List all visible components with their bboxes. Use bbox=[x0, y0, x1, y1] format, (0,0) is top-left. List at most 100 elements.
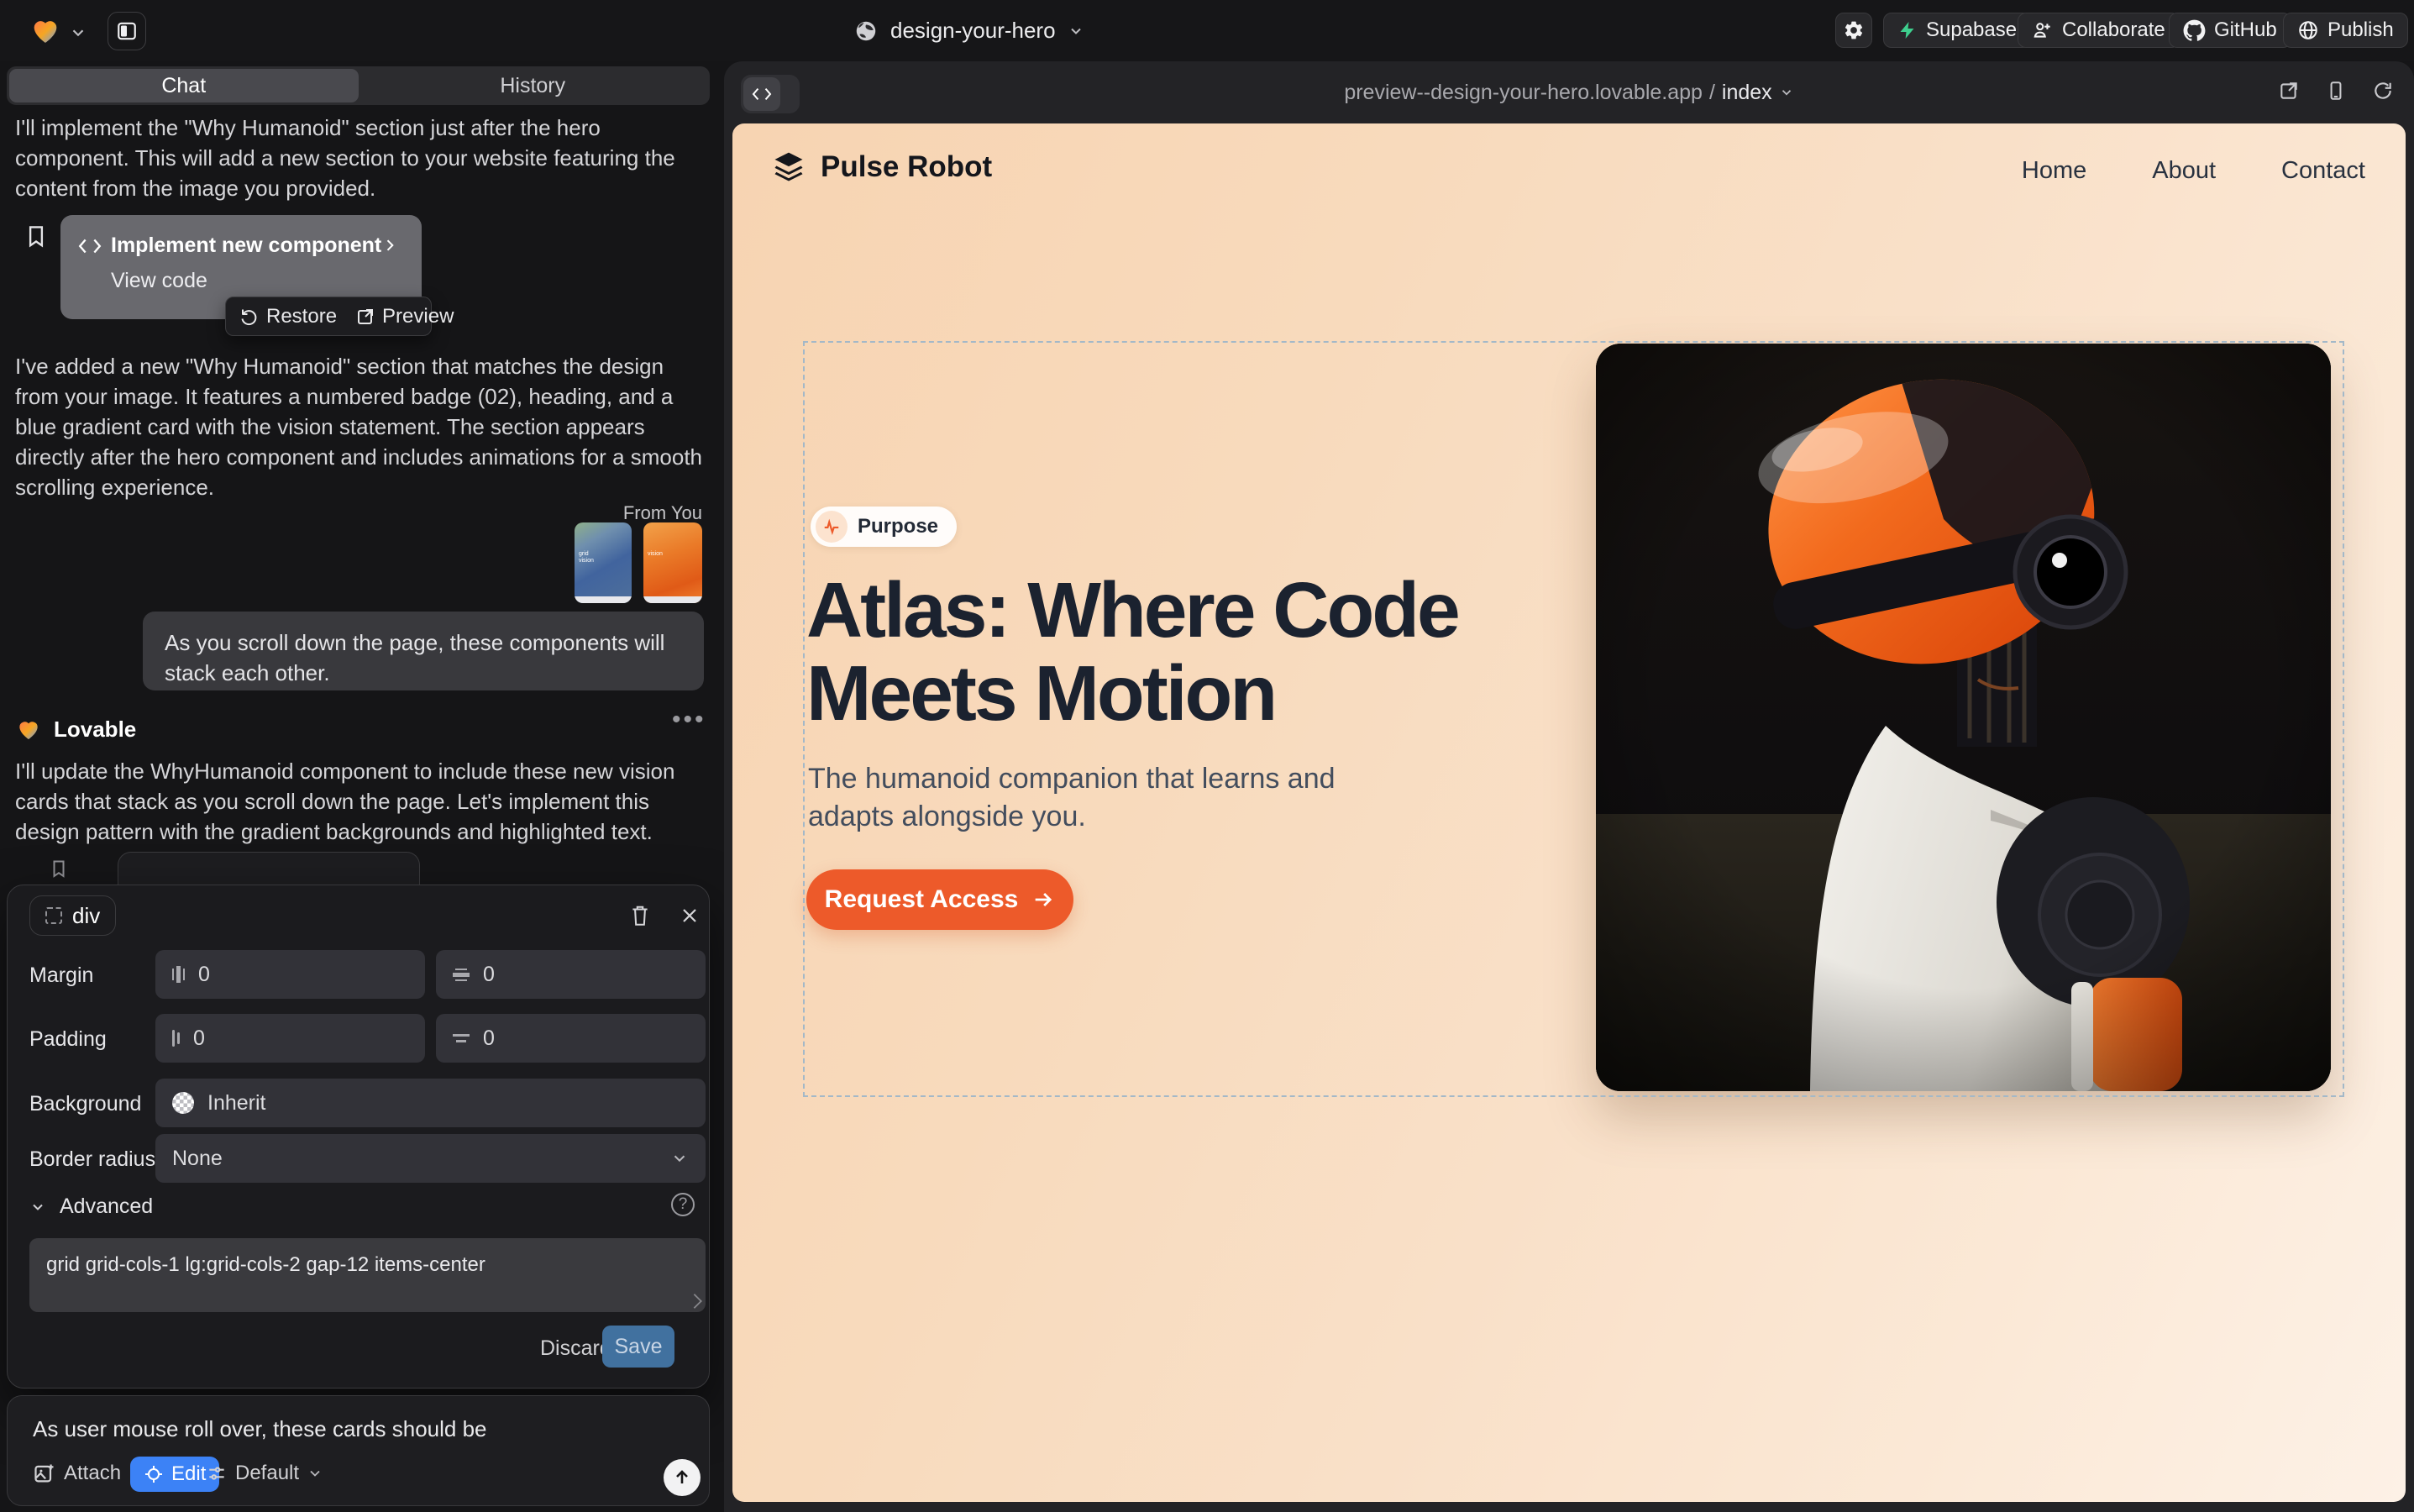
assistant-message-3: I'll update the WhyHumanoid component to… bbox=[15, 756, 702, 847]
github-icon bbox=[2183, 19, 2206, 42]
site-header: Pulse Robot Home About Contact bbox=[732, 123, 2406, 216]
robot-illustration bbox=[1596, 344, 2331, 1091]
preview-label: Preview bbox=[382, 305, 454, 328]
mode-selector[interactable]: Default bbox=[206, 1462, 323, 1485]
purpose-badge: Purpose bbox=[811, 507, 957, 547]
hero-heading-line2: Meets Motion bbox=[806, 652, 1562, 735]
sidebar-toggle-button[interactable] bbox=[108, 12, 146, 50]
collaborate-label: Collaborate bbox=[2062, 18, 2165, 42]
url-separator: / bbox=[1709, 81, 1715, 105]
preview-page: index bbox=[1722, 81, 1772, 105]
preview-frame: preview--design-your-hero.lovable.app / … bbox=[724, 61, 2414, 1512]
attachment-thumbnail-blue[interactable]: gridvision bbox=[575, 522, 632, 603]
badge-label: Purpose bbox=[858, 515, 938, 538]
advanced-label: Advanced bbox=[60, 1194, 153, 1219]
delete-element-button[interactable] bbox=[629, 904, 651, 927]
edit-label: Edit bbox=[171, 1462, 206, 1486]
restore-button[interactable]: Restore bbox=[239, 305, 337, 328]
nav-home[interactable]: Home bbox=[2022, 157, 2086, 185]
chevron-down-icon bbox=[307, 1465, 323, 1482]
open-in-new-tab-icon[interactable] bbox=[2278, 80, 2300, 102]
send-button[interactable] bbox=[664, 1459, 701, 1496]
padding-x-icon bbox=[172, 1030, 180, 1047]
transparency-swatch-icon bbox=[172, 1092, 194, 1114]
tab-chat[interactable]: Chat bbox=[9, 69, 359, 102]
margin-x-icon bbox=[172, 966, 185, 983]
layers-icon bbox=[770, 149, 807, 186]
help-icon[interactable]: ? bbox=[671, 1193, 695, 1216]
supabase-button[interactable]: Supabase bbox=[1883, 13, 2031, 48]
margin-y-value: 0 bbox=[483, 963, 495, 987]
publish-button[interactable]: Publish bbox=[2283, 13, 2408, 48]
robot-hero-image bbox=[1596, 344, 2331, 1091]
restore-label: Restore bbox=[266, 305, 337, 328]
padding-y-icon bbox=[453, 1034, 470, 1042]
padding-y-input[interactable]: 0 bbox=[436, 1014, 706, 1063]
tab-history[interactable]: History bbox=[359, 69, 708, 102]
padding-y-value: 0 bbox=[483, 1026, 495, 1051]
site-brand[interactable]: Pulse Robot bbox=[770, 149, 992, 186]
nav-contact[interactable]: Contact bbox=[2281, 157, 2365, 185]
target-icon bbox=[144, 1464, 164, 1484]
border-radius-select[interactable]: None bbox=[155, 1134, 706, 1183]
mode-label: Default bbox=[235, 1462, 299, 1485]
padding-x-input[interactable]: 0 bbox=[155, 1014, 425, 1063]
supabase-label: Supabase bbox=[1926, 18, 2017, 42]
chevron-down-icon bbox=[29, 1199, 46, 1215]
request-access-button[interactable]: Request Access bbox=[806, 869, 1073, 930]
arrow-up-icon bbox=[672, 1467, 692, 1488]
chat-input-text[interactable]: As user mouse roll over, these cards sho… bbox=[33, 1416, 680, 1442]
external-link-icon bbox=[355, 307, 375, 327]
nav-about[interactable]: About bbox=[2152, 157, 2216, 185]
attachment-thumbnail-orange[interactable]: vision bbox=[643, 522, 702, 603]
margin-y-input[interactable]: 0 bbox=[436, 950, 706, 999]
save-button[interactable]: Save bbox=[602, 1326, 674, 1368]
attach-button[interactable]: Attach bbox=[33, 1462, 121, 1485]
component-card-title: Implement new component bbox=[111, 234, 381, 258]
chevron-down-icon bbox=[1068, 23, 1084, 39]
attach-label: Attach bbox=[64, 1462, 121, 1485]
arrow-right-icon bbox=[1031, 888, 1055, 911]
chat-input-box[interactable]: As user mouse roll over, these cards sho… bbox=[7, 1395, 710, 1506]
lovable-logo-icon[interactable] bbox=[29, 13, 62, 47]
preview-actions bbox=[2278, 80, 2394, 102]
background-value: Inherit bbox=[207, 1091, 265, 1116]
code-icon bbox=[77, 235, 102, 257]
refresh-icon[interactable] bbox=[2372, 80, 2394, 102]
brand-name: Pulse Robot bbox=[821, 150, 992, 184]
github-button[interactable]: GitHub bbox=[2169, 13, 2291, 48]
class-textarea[interactable]: grid grid-cols-1 lg:grid-cols-2 gap-12 i… bbox=[29, 1238, 706, 1312]
chevron-down-icon bbox=[1779, 85, 1794, 100]
settings-button[interactable] bbox=[1835, 13, 1872, 48]
preview-url-bar[interactable]: preview--design-your-hero.lovable.app / … bbox=[724, 61, 2414, 123]
bookmark-icon[interactable] bbox=[24, 223, 49, 249]
site-canvas: Pulse Robot Home About Contact Purpose A… bbox=[732, 123, 2406, 1502]
collaborate-button[interactable]: Collaborate bbox=[2018, 13, 2180, 48]
assistant-message-1: I'll implement the "Why Humanoid" sectio… bbox=[15, 113, 702, 203]
selected-element-chip[interactable]: div bbox=[29, 895, 116, 936]
project-name: design-your-hero bbox=[890, 18, 1056, 44]
preview-button[interactable]: Preview bbox=[355, 305, 454, 328]
advanced-section-toggle[interactable]: Advanced bbox=[29, 1194, 153, 1219]
hero-heading: Atlas: Where Code Meets Motion bbox=[806, 569, 1562, 735]
mobile-view-icon[interactable] bbox=[2325, 80, 2347, 102]
collaborate-icon bbox=[2032, 19, 2054, 41]
view-code-link[interactable]: View code bbox=[111, 269, 207, 293]
version-hover-toolbar: Restore Preview bbox=[225, 297, 432, 336]
chevron-down-icon[interactable] bbox=[69, 24, 87, 42]
project-switcher[interactable]: design-your-hero bbox=[853, 0, 1084, 61]
close-inspector-button[interactable] bbox=[680, 906, 700, 926]
margin-y-icon bbox=[453, 969, 470, 981]
resize-handle[interactable] bbox=[687, 1294, 702, 1309]
globe-icon bbox=[853, 18, 879, 44]
margin-x-value: 0 bbox=[198, 963, 210, 987]
message-menu-icon[interactable]: ••• bbox=[672, 706, 706, 734]
chat-history-tabs: Chat History bbox=[7, 66, 710, 105]
assistant-name: Lovable bbox=[54, 717, 136, 743]
background-input[interactable]: Inherit bbox=[155, 1079, 706, 1127]
background-label: Background bbox=[29, 1092, 141, 1116]
margin-x-input[interactable]: 0 bbox=[155, 950, 425, 999]
padding-label: Padding bbox=[29, 1027, 107, 1052]
class-textarea-value: grid grid-cols-1 lg:grid-cols-2 gap-12 i… bbox=[46, 1253, 485, 1276]
cta-label: Request Access bbox=[825, 885, 1019, 914]
